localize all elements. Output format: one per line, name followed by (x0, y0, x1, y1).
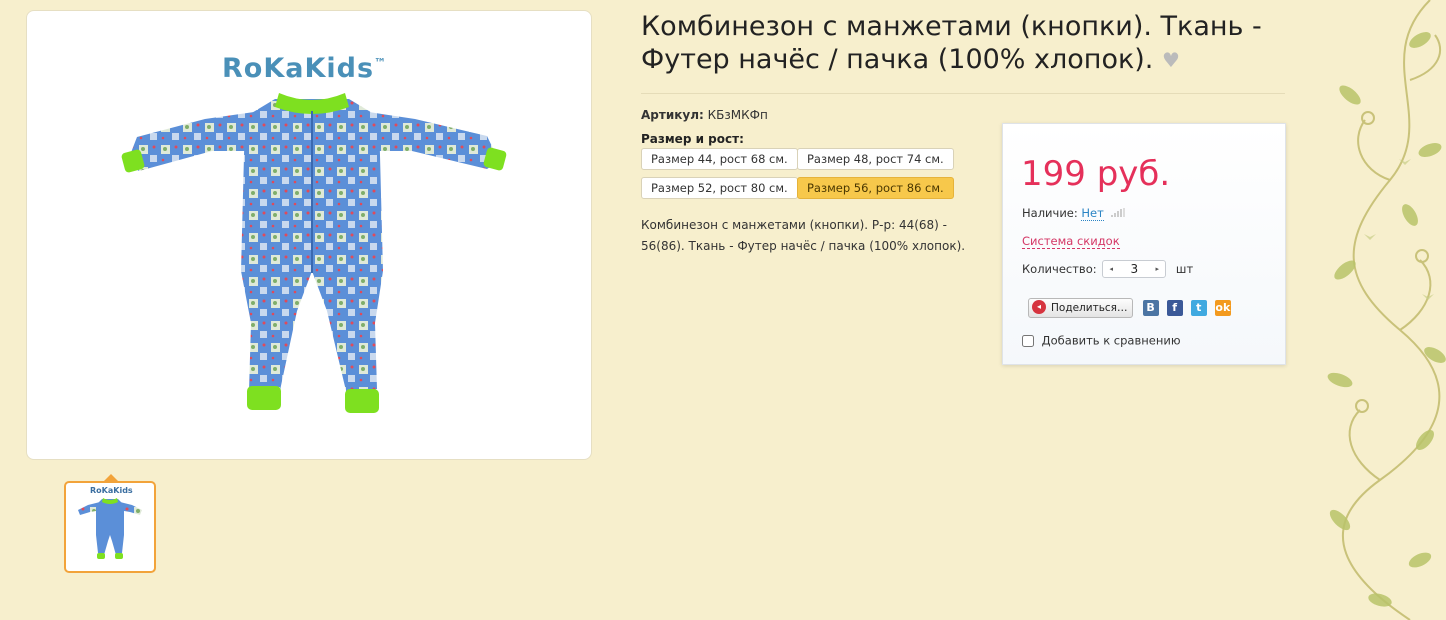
share-button[interactable]: ◂ Поделиться… (1028, 297, 1134, 318)
speaker-icon: ◂ (1032, 299, 1046, 314)
quantity-label: Количество: (1022, 262, 1097, 276)
product-thumbnail[interactable]: RoKaKids (64, 481, 156, 573)
floral-decoration (1310, 0, 1446, 620)
size-option-52[interactable]: Размер 52, рост 80 см. (641, 177, 798, 199)
product-main-image[interactable]: RoKaKids™ (26, 10, 592, 460)
share-label: Поделиться… (1051, 301, 1128, 314)
availability-value[interactable]: Нет (1081, 206, 1104, 221)
decrease-quantity-button[interactable]: ◂ (1105, 261, 1117, 277)
vk-icon[interactable]: В (1142, 299, 1159, 316)
odnoklassniki-icon[interactable]: ok (1214, 299, 1231, 316)
thumbnail-pointer (104, 474, 118, 481)
increase-quantity-button[interactable]: ▸ (1151, 261, 1163, 277)
compare-checkbox[interactable] (1022, 334, 1034, 347)
size-option-44[interactable]: Размер 44, рост 68 см. (641, 148, 798, 170)
product-title: Комбинезон с манжетами (кнопки). Ткань -… (641, 11, 1262, 75)
divider (641, 93, 1285, 94)
thumbnail-illustration (78, 498, 142, 559)
signal-icon (1111, 208, 1126, 217)
quantity-unit: шт (1175, 262, 1194, 276)
quantity-input[interactable] (1117, 261, 1152, 277)
size-label: Размер и рост: (641, 132, 744, 146)
quantity-stepper: ◂ ▸ (1102, 260, 1167, 278)
price: 199 руб. (1021, 154, 1171, 194)
twitter-icon[interactable]: t (1190, 299, 1207, 316)
compare-label: Добавить к сравнению (1041, 333, 1181, 348)
availability: Наличие: Нет (1022, 206, 1126, 221)
availability-label: Наличие: (1022, 206, 1078, 220)
facebook-icon[interactable]: f (1166, 299, 1183, 316)
size-option-48[interactable]: Размер 48, рост 74 см. (797, 148, 954, 170)
sku-value: КБзМКФп (707, 108, 768, 122)
compare-checkbox-row[interactable]: Добавить к сравнению (1022, 333, 1181, 348)
product-description: Комбинезон с манжетами (кнопки). Р-р: 44… (641, 218, 966, 253)
size-option-56[interactable]: Размер 56, рост 86 см. (797, 177, 954, 199)
sku: Артикул: КБзМКФп (641, 108, 768, 122)
heart-icon[interactable]: ♥ (1162, 48, 1180, 72)
buy-box: 199 руб. Наличие: Нет Система скидок Кол… (1002, 123, 1286, 365)
sku-label: Артикул: (641, 108, 704, 122)
romper-illustration (121, 93, 507, 413)
discount-system-link[interactable]: Система скидок (1022, 234, 1120, 249)
share-row: ◂ Поделиться… В f t ok (1028, 297, 1231, 318)
quantity-row: Количество: ◂ ▸ шт (1022, 260, 1193, 278)
